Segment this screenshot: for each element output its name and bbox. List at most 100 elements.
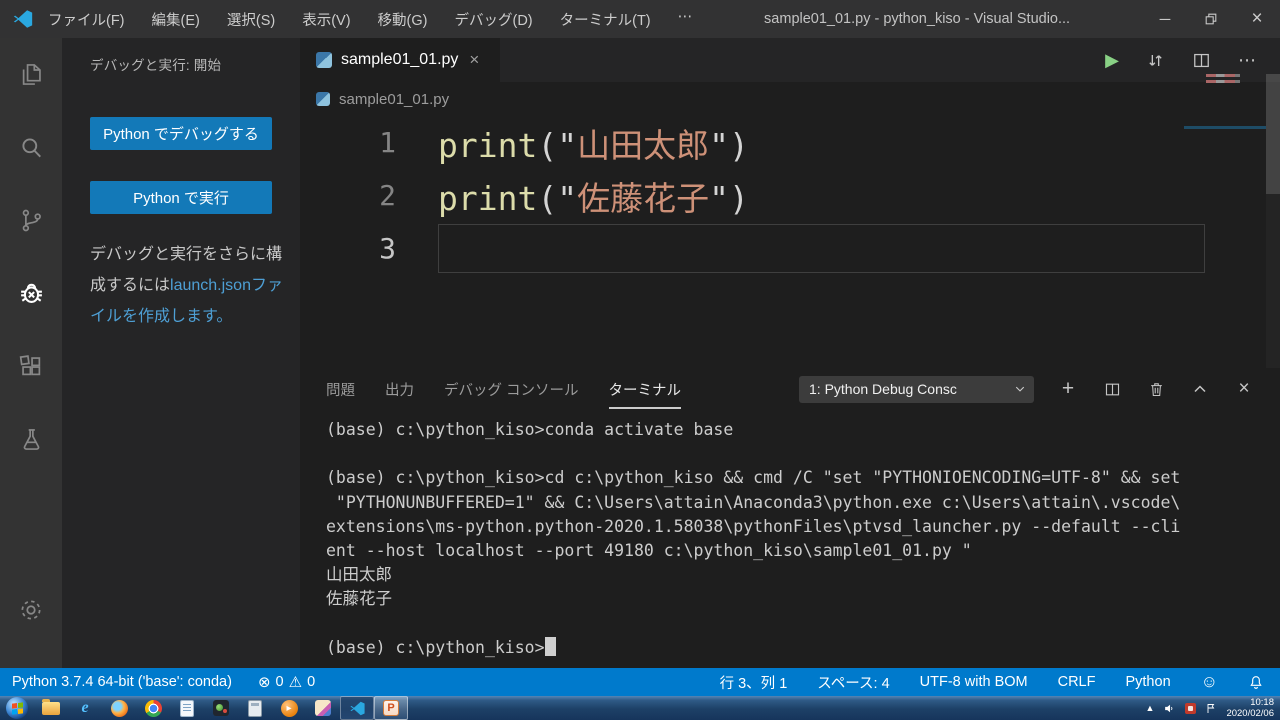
tray-app-icon[interactable] bbox=[1185, 703, 1196, 714]
taskbar-media-player-icon[interactable]: ▸ bbox=[272, 696, 306, 720]
search-icon[interactable] bbox=[0, 111, 62, 184]
feedback-smiley-icon[interactable]: ☺ bbox=[1201, 672, 1218, 692]
breadcrumb[interactable]: sample01_01.py bbox=[300, 82, 1280, 116]
tray-time: 10:18 bbox=[1226, 697, 1274, 708]
taskbar-vscode-icon[interactable] bbox=[340, 696, 374, 720]
editor-group: sample01_01.py × ▶ ⋯ sample01_01.py 1 pr… bbox=[300, 38, 1280, 368]
restore-button[interactable] bbox=[1188, 0, 1234, 38]
window-controls: ─ × bbox=[1142, 0, 1280, 38]
split-editor-icon[interactable] bbox=[1192, 51, 1211, 70]
system-tray: ▲ 10:18 2020/02/06 bbox=[1146, 697, 1280, 719]
warning-icon: ⚠ bbox=[289, 673, 302, 691]
vscode-logo-icon bbox=[12, 8, 34, 30]
python-interpreter-status[interactable]: Python 3.7.4 64-bit ('base': conda) bbox=[12, 674, 232, 690]
editor-tab-bar: sample01_01.py × ▶ ⋯ bbox=[300, 38, 1280, 82]
taskbar-calculator-icon[interactable] bbox=[238, 696, 272, 720]
current-line-highlight bbox=[438, 224, 1205, 273]
taskbar-photo-app-icon[interactable] bbox=[204, 696, 238, 720]
tray-expand-icon[interactable]: ▲ bbox=[1146, 703, 1155, 713]
action-center-flag-icon[interactable] bbox=[1205, 702, 1217, 715]
menu-go[interactable]: 移動(G) bbox=[378, 9, 428, 30]
start-button[interactable] bbox=[0, 696, 34, 720]
taskbar-chrome-icon[interactable] bbox=[136, 696, 170, 720]
status-bar: Python 3.7.4 64-bit ('base': conda) ⊗ 0 … bbox=[0, 668, 1280, 696]
debug-with-python-button[interactable]: Python でデバッグする bbox=[90, 117, 272, 150]
title-bar: ファイル(F) 編集(E) 選択(S) 表示(V) 移動(G) デバッグ(D) … bbox=[0, 0, 1280, 38]
notifications-bell-icon[interactable] bbox=[1248, 674, 1264, 690]
window-title: sample01_01.py - python_kiso - Visual St… bbox=[692, 11, 1142, 27]
indentation-status[interactable]: スペース: 4 bbox=[817, 672, 889, 693]
settings-gear-icon[interactable] bbox=[0, 573, 62, 646]
launch-json-hint: デバッグと実行をさらに構成するにはlaunch.jsonファイルを作成します。 bbox=[90, 239, 288, 332]
menu-overflow[interactable]: ⋯ bbox=[678, 9, 693, 30]
code-line-1[interactable]: 1 print("山田太郎") bbox=[300, 116, 1280, 169]
maximize-panel-chevron-icon[interactable] bbox=[1178, 374, 1222, 404]
tab-terminal[interactable]: ターミナル bbox=[609, 379, 682, 400]
menu-selection[interactable]: 選択(S) bbox=[227, 9, 275, 30]
panel-header: 問題 出力 デバッグ コンソール ターミナル 1: Python Debug C… bbox=[300, 368, 1280, 410]
cursor-position-status[interactable]: 行 3、列 1 bbox=[720, 672, 788, 693]
breadcrumb-file[interactable]: sample01_01.py bbox=[339, 91, 449, 108]
code-line-3[interactable]: 3 bbox=[300, 222, 1280, 275]
menu-view[interactable]: 表示(V) bbox=[302, 9, 350, 30]
launch-json-link[interactable]: launch.json bbox=[170, 277, 251, 294]
volume-icon[interactable] bbox=[1163, 702, 1176, 715]
taskbar-paint-icon[interactable] bbox=[306, 696, 340, 720]
code-line-2[interactable]: 2 print("佐藤花子") bbox=[300, 169, 1280, 222]
menu-debug[interactable]: デバッグ(D) bbox=[454, 9, 532, 30]
code-area: 1 print("山田太郎") 2 print("佐藤花子") 3 bbox=[300, 116, 1280, 368]
panel-tabs: 問題 出力 デバッグ コンソール ターミナル bbox=[326, 379, 681, 400]
run-with-python-button[interactable]: Python で実行 bbox=[90, 181, 272, 214]
taskbar-clock[interactable]: 10:18 2020/02/06 bbox=[1226, 697, 1274, 719]
more-actions-icon[interactable]: ⋯ bbox=[1238, 50, 1256, 71]
vscode-window: ファイル(F) 編集(E) 選択(S) 表示(V) 移動(G) デバッグ(D) … bbox=[0, 0, 1280, 720]
taskbar-firefox-icon[interactable] bbox=[102, 696, 136, 720]
terminal-selector-value: 1: Python Debug Consc bbox=[809, 381, 1006, 397]
taskbar-explorer-icon[interactable] bbox=[34, 696, 68, 720]
minimize-button[interactable]: ─ bbox=[1142, 0, 1188, 38]
tab-problems[interactable]: 問題 bbox=[326, 379, 355, 400]
terminal-selector-dropdown[interactable]: 1: Python Debug Consc bbox=[799, 376, 1034, 403]
explorer-icon[interactable] bbox=[0, 38, 62, 111]
panel-actions: + × bbox=[1046, 374, 1280, 404]
line-number: 1 bbox=[300, 126, 396, 159]
tab-output[interactable]: 出力 bbox=[385, 379, 414, 400]
run-file-icon[interactable]: ▶ bbox=[1105, 50, 1119, 71]
windows-orb-icon bbox=[6, 697, 28, 719]
python-file-icon bbox=[316, 52, 332, 68]
open-changes-icon[interactable] bbox=[1146, 51, 1165, 70]
test-beaker-icon[interactable] bbox=[0, 403, 62, 476]
taskbar-powerpoint-icon[interactable]: P bbox=[374, 696, 408, 720]
error-icon: ⊗ bbox=[258, 673, 271, 691]
editor-scrollbar[interactable] bbox=[1266, 74, 1280, 368]
activity-bar bbox=[0, 38, 62, 668]
eol-status[interactable]: CRLF bbox=[1058, 674, 1096, 690]
kill-terminal-trash-icon[interactable] bbox=[1134, 374, 1178, 404]
terminal-output[interactable]: (base) c:\python_kiso>conda activate bas… bbox=[300, 410, 1280, 668]
editor-actions: ▶ ⋯ bbox=[1105, 38, 1280, 82]
minimap[interactable] bbox=[1206, 74, 1240, 90]
encoding-status[interactable]: UTF-8 with BOM bbox=[920, 674, 1028, 690]
menu-bar: ファイル(F) 編集(E) 選択(S) 表示(V) 移動(G) デバッグ(D) … bbox=[48, 9, 692, 30]
split-terminal-icon[interactable] bbox=[1090, 374, 1134, 404]
problems-status[interactable]: ⊗ 0 ⚠ 0 bbox=[258, 673, 315, 691]
source-control-icon[interactable] bbox=[0, 184, 62, 257]
language-mode-status[interactable]: Python bbox=[1125, 674, 1170, 690]
tab-close-icon[interactable]: × bbox=[469, 50, 479, 70]
sidebar-title: デバッグと実行: 開始 bbox=[90, 54, 221, 74]
run-and-debug-icon[interactable] bbox=[0, 257, 62, 330]
close-panel-icon[interactable]: × bbox=[1222, 374, 1266, 404]
tab-sample01-01[interactable]: sample01_01.py × bbox=[300, 38, 500, 82]
tab-debug-console[interactable]: デバッグ コンソール bbox=[444, 379, 579, 400]
menu-terminal[interactable]: ターミナル(T) bbox=[560, 9, 651, 30]
taskbar-internet-explorer-icon[interactable]: e bbox=[68, 696, 102, 720]
tab-label: sample01_01.py bbox=[341, 51, 458, 69]
extensions-icon[interactable] bbox=[0, 330, 62, 403]
minimap-divider bbox=[1184, 126, 1266, 129]
line-number: 2 bbox=[300, 179, 396, 212]
taskbar-notepad-icon[interactable] bbox=[170, 696, 204, 720]
new-terminal-icon[interactable]: + bbox=[1046, 374, 1090, 404]
close-window-button[interactable]: × bbox=[1234, 0, 1280, 38]
menu-file[interactable]: ファイル(F) bbox=[48, 9, 125, 30]
menu-edit[interactable]: 編集(E) bbox=[152, 9, 200, 30]
